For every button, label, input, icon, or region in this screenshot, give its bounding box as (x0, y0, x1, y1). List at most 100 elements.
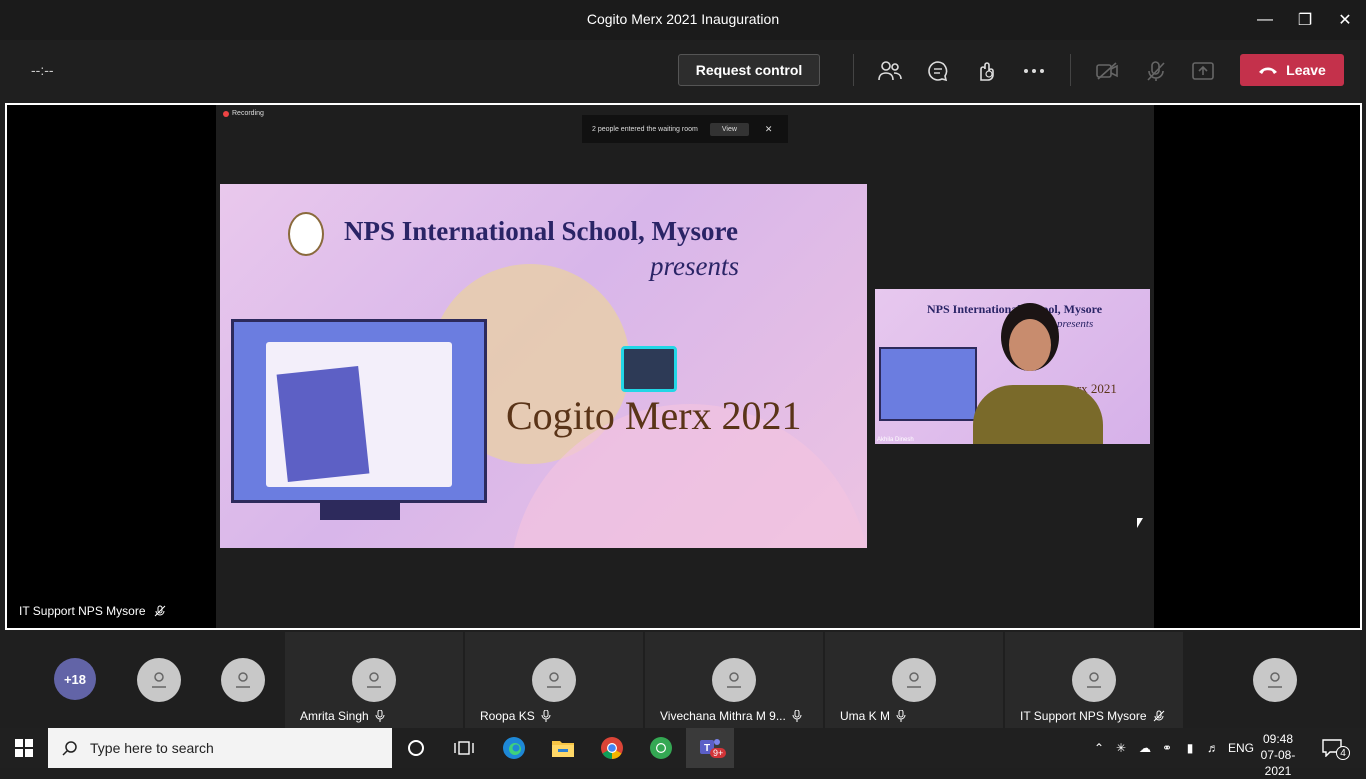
stage-participant-name: IT Support NPS Mysore (19, 604, 166, 618)
participant-tile[interactable]: Uma K M (825, 632, 1003, 728)
reactions-icon[interactable] (971, 56, 1001, 86)
hang-up-icon (1259, 67, 1278, 74)
participant-avatar (352, 658, 396, 702)
mic-muted-icon (154, 605, 165, 617)
presenter-video (963, 313, 1113, 444)
presentation-slide: NPS International School, Mysore present… (220, 184, 867, 548)
waiting-room-view-button[interactable]: View (709, 122, 749, 136)
mic-off-icon[interactable] (1141, 56, 1171, 86)
mic-icon (541, 710, 551, 722)
title-bar: Cogito Merx 2021 Inauguration — ❐ ✕ (0, 0, 1366, 40)
participant-avatar[interactable] (221, 658, 265, 702)
action-center-icon[interactable]: 4 (1322, 728, 1350, 768)
mic-icon (896, 710, 906, 722)
taskbar-clock[interactable]: 09:48 07-08-2021 (1252, 731, 1304, 779)
overflow-participants-button[interactable]: +18 (54, 658, 96, 700)
participant-tile[interactable]: Amrita Singh (285, 632, 463, 728)
waiting-room-text: 2 people entered the waiting room (592, 125, 698, 133)
toolbar-divider (1070, 54, 1071, 86)
task-view-icon[interactable] (440, 728, 488, 768)
shared-screen: Recording 2 people entered the waiting r… (216, 105, 1154, 628)
recording-label: Recording (232, 110, 264, 117)
volume-icon[interactable]: ♬ (1202, 741, 1224, 755)
participant-name-row: Vivechana Mithra M 9... (660, 709, 802, 723)
participant-strip: +18 Amrita Singh Roopa KS Vivechana Mith… (0, 632, 1366, 728)
file-explorer-icon[interactable] (539, 728, 587, 768)
monitor-illustration (231, 319, 487, 503)
cortana-icon[interactable] (392, 728, 440, 768)
show-hidden-icons-icon[interactable]: ⌃ (1090, 741, 1108, 755)
notification-count: 4 (1336, 746, 1350, 760)
waiting-room-close-icon[interactable]: ✕ (765, 124, 773, 135)
participant-avatar (532, 658, 576, 702)
participant-avatar[interactable] (1253, 658, 1297, 702)
meeting-stage: Recording 2 people entered the waiting r… (5, 103, 1362, 630)
participant-avatar[interactable] (137, 658, 181, 702)
taskbar-search-box[interactable]: Type here to search (48, 728, 392, 768)
participant-tile[interactable]: Roopa KS (465, 632, 643, 728)
participant-name: Uma K M (840, 709, 891, 723)
leave-button[interactable]: Leave (1240, 54, 1344, 86)
monitor-stand-illustration (320, 502, 400, 520)
participant-name-row: Roopa KS (480, 709, 551, 723)
teams-app-icon[interactable]: T 9+ (686, 728, 734, 768)
share-screen-icon[interactable] (1188, 56, 1218, 86)
participant-tile[interactable]: IT Support NPS Mysore (1005, 632, 1183, 728)
presenter-video-tile: NPS International School, Mysore present… (875, 289, 1150, 444)
stage-participant-label: IT Support NPS Mysore (19, 604, 146, 618)
presenter-body (973, 385, 1103, 444)
meeting-toolbar: --:-- Request control Leave (0, 40, 1366, 102)
leave-label: Leave (1286, 62, 1326, 78)
onedrive-icon[interactable]: ☁ (1134, 741, 1156, 755)
participant-name-row: IT Support NPS Mysore (1020, 709, 1165, 723)
mic-icon (792, 710, 802, 722)
mic-icon (375, 710, 385, 722)
participant-name: Amrita Singh (300, 709, 369, 723)
participant-name: Vivechana Mithra M 9... (660, 709, 786, 723)
chrome-app-icon[interactable] (637, 728, 685, 768)
microphone-icon[interactable]: ⚭ (1156, 741, 1178, 755)
participant-name-row: Amrita Singh (300, 709, 385, 723)
chat-icon[interactable] (923, 56, 953, 86)
camera-off-icon[interactable] (1092, 56, 1122, 86)
participant-tile[interactable]: Vivechana Mithra M 9... (645, 632, 823, 728)
search-icon (62, 741, 77, 756)
participant-avatar (712, 658, 756, 702)
participant-avatar (892, 658, 936, 702)
system-tray: ⌃ ✳ ☁ ⚭ ▮ ♬ ENG (1090, 728, 1254, 768)
request-control-button[interactable]: Request control (678, 54, 820, 86)
window-title: Cogito Merx 2021 Inauguration (586, 11, 780, 27)
participant-avatar (1072, 658, 1116, 702)
close-button[interactable]: ✕ (1325, 0, 1365, 40)
briefcase-icon (621, 346, 677, 392)
input-language[interactable]: ENG (1224, 741, 1254, 755)
battery-icon[interactable]: ▮ (1178, 741, 1202, 755)
minimize-button[interactable]: — (1245, 0, 1285, 40)
search-placeholder: Type here to search (90, 740, 214, 756)
participant-name-row: Uma K M (840, 709, 906, 723)
participant-name: Roopa KS (480, 709, 535, 723)
recording-dot-icon (223, 110, 229, 117)
meeting-timer: --:-- (31, 62, 54, 78)
clock-date: 07-08-2021 (1260, 748, 1296, 778)
maximize-button[interactable]: ❐ (1285, 0, 1325, 40)
slide-event-title: Cogito Merx 2021 (506, 393, 802, 438)
network-icon[interactable]: ✳ (1108, 741, 1134, 755)
edge-browser-icon[interactable] (490, 728, 538, 768)
presenter-name: Akhila Dinesh (877, 437, 914, 443)
recording-indicator: Recording (223, 110, 264, 117)
school-logo (288, 212, 324, 256)
participants-icon[interactable] (875, 56, 905, 86)
teams-notification-badge: 9+ (710, 748, 727, 758)
mouse-cursor (1137, 518, 1143, 528)
mic-muted-icon (1153, 710, 1164, 722)
clock-time: 09:48 (1262, 732, 1294, 746)
chrome-browser-icon[interactable] (588, 728, 636, 768)
slide-presents: presents (650, 251, 739, 281)
slide-school-name: NPS International School, Mysore (344, 216, 739, 246)
windows-taskbar: Type here to search T 9+ ⌃ ✳ ☁ ⚭ ▮ ♬ ENG… (0, 728, 1366, 778)
windows-start-icon[interactable] (0, 728, 48, 768)
toolbar-divider (853, 54, 854, 86)
waiting-room-notification: 2 people entered the waiting room View ✕ (582, 115, 788, 143)
more-options-icon[interactable] (1019, 56, 1049, 86)
